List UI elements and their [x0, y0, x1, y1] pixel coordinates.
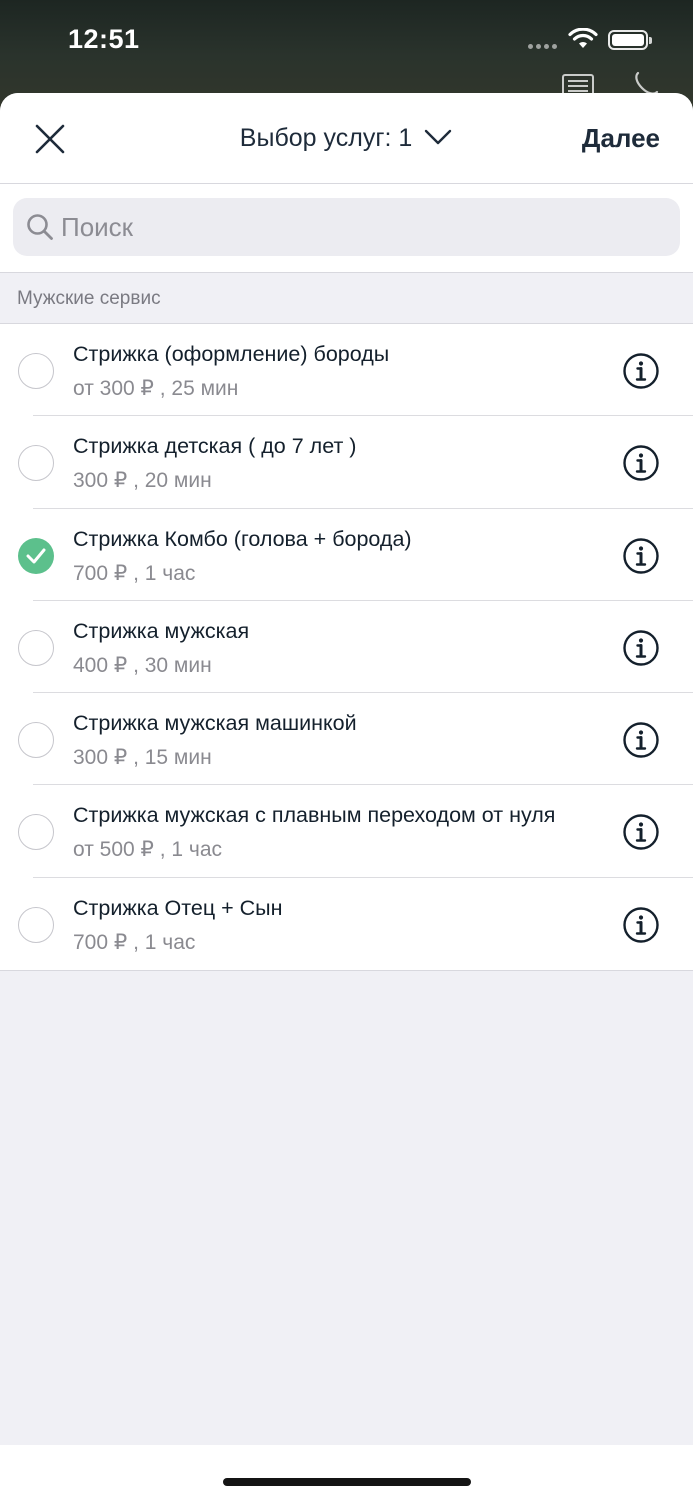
services-list: Стрижка (оформление) бороды от 300 ₽ , 25… — [0, 324, 693, 972]
chevron-down-icon — [424, 130, 452, 145]
radio-button[interactable] — [18, 353, 54, 389]
search-field[interactable] — [13, 198, 680, 256]
service-price-duration: от 500 ₽ , 1 час — [73, 838, 223, 862]
section-header: Мужские сервис — [0, 273, 693, 324]
service-price-duration: 700 ₽ , 1 час — [73, 930, 196, 954]
cellular-signal-icon — [528, 44, 557, 49]
radio-button[interactable] — [18, 722, 54, 759]
wifi-icon — [568, 28, 598, 48]
service-price-duration: 300 ₽ , 15 мин — [73, 746, 212, 770]
service-name: Стрижка детская ( до 7 лет ) — [73, 434, 357, 459]
radio-button[interactable] — [18, 814, 54, 851]
radio-button[interactable] — [18, 445, 54, 482]
service-price-duration: 400 ₽ , 30 мин — [73, 653, 212, 677]
services-sheet: Выбор услуг: 1 Далее Мужские сервис Стри… — [0, 93, 693, 1500]
info-icon[interactable] — [622, 813, 660, 851]
search-icon — [27, 214, 53, 240]
radio-button[interactable] — [18, 629, 54, 666]
service-price-duration: 300 ₽ , 20 мин — [73, 469, 212, 493]
service-name: Стрижка мужская — [73, 618, 250, 643]
checked-radio-button[interactable] — [18, 537, 54, 574]
page-title: Выбор услуг: 1 — [239, 124, 413, 152]
search-bar — [0, 184, 693, 273]
phone-icon — [635, 71, 659, 94]
service-name: Стрижка Отец + Сын — [73, 895, 283, 920]
radio-button[interactable] — [18, 906, 54, 943]
info-icon[interactable] — [622, 444, 660, 482]
home-indicator[interactable] — [223, 1478, 471, 1486]
battery-icon — [608, 30, 652, 50]
info-icon[interactable] — [622, 537, 660, 575]
home-bar-area — [0, 1445, 693, 1500]
info-icon[interactable] — [622, 721, 660, 759]
search-input[interactable] — [61, 198, 668, 256]
status-time: 12:51 — [68, 24, 140, 54]
navigation-bar: Выбор услуг: 1 Далее — [0, 93, 693, 184]
service-row[interactable]: Стрижка Комбо (голова + борода) 700 ₽ , 1… — [0, 509, 693, 601]
service-name: Стрижка Комбо (голова + борода) — [73, 526, 412, 551]
service-row[interactable]: Стрижка мужская 400 ₽ , 30 мин — [0, 601, 693, 694]
service-price-duration: 700 ₽ , 1 час — [73, 561, 196, 585]
service-row[interactable]: Стрижка детская ( до 7 лет ) 300 ₽ , 20 м… — [0, 416, 693, 509]
info-icon[interactable] — [622, 629, 660, 667]
info-icon[interactable] — [622, 906, 660, 944]
service-name: Стрижка мужская машинкой — [73, 711, 357, 736]
service-price-duration: от 300 ₽ , 25 мин — [73, 377, 239, 400]
service-name: Стрижка мужская с плавным переходом от н… — [73, 803, 556, 828]
service-row[interactable]: Стрижка (оформление) бороды от 300 ₽ , 25… — [0, 324, 693, 417]
next-button[interactable]: Далее — [582, 123, 660, 154]
service-row[interactable]: Стрижка мужская с плавным переходом от н… — [0, 785, 693, 878]
checkmark-icon — [26, 548, 46, 564]
service-name: Стрижка (оформление) бороды — [73, 342, 390, 366]
status-bar: 12:51 — [0, 0, 693, 96]
screen: 12:51 Выбор услуг: 1 Далее Поиск Мужские… — [0, 0, 693, 1500]
info-icon[interactable] — [622, 352, 660, 390]
service-row[interactable]: Стрижка Отец + Сын 700 ₽ , 1 час — [0, 878, 693, 970]
service-row[interactable]: Стрижка мужская машинкой 300 ₽ , 15 мин — [0, 693, 693, 786]
